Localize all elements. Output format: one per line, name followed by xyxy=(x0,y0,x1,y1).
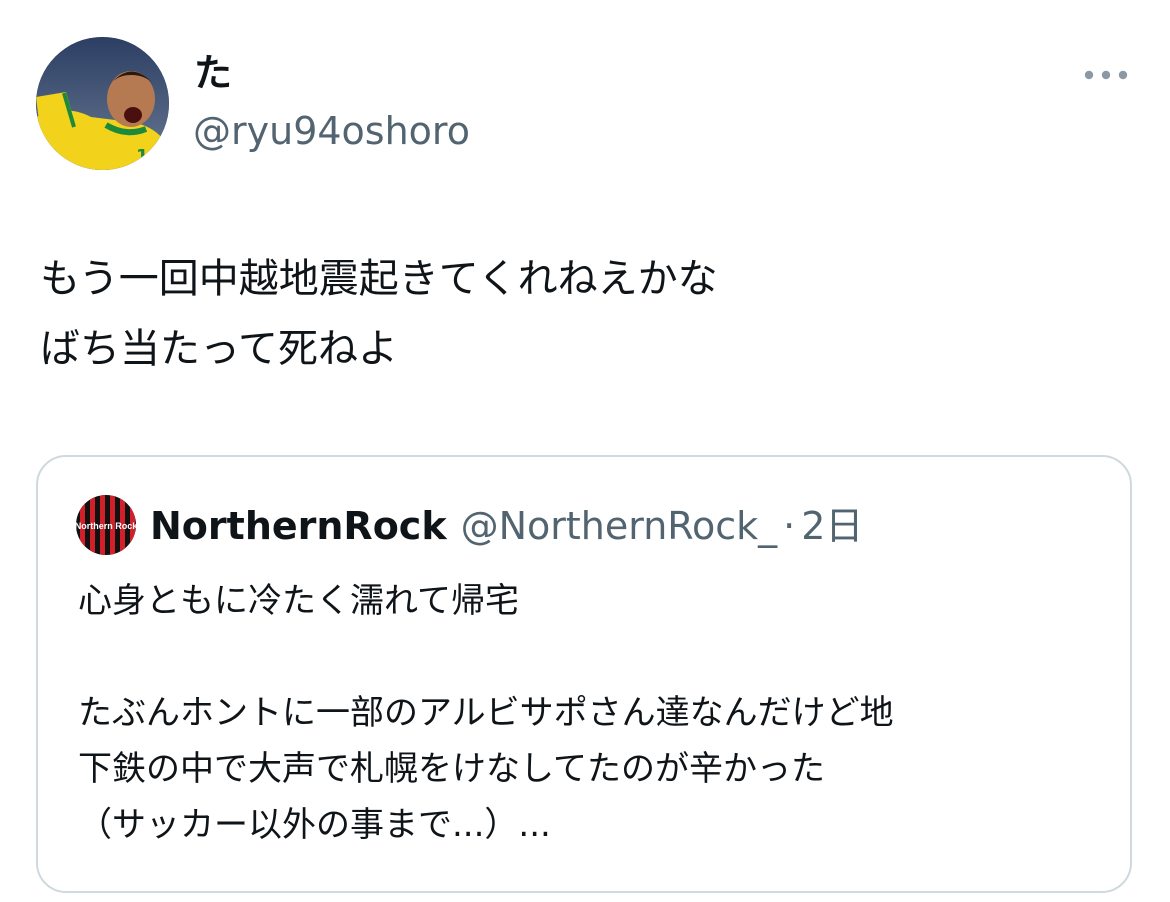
quoted-tweet-timestamp[interactable]: 2日 xyxy=(801,504,863,548)
quoted-text-line: たぶんホントに一部のアルビサポさん達なんだけど地 xyxy=(78,693,894,733)
author-display-name[interactable]: た xyxy=(194,48,232,98)
more-options-icon xyxy=(1084,70,1128,80)
quoted-text-line: 心身ともに冷たく濡れて帰宅 xyxy=(78,581,519,621)
quoted-text-line: （サッカー以外の事まで...）... xyxy=(78,805,551,845)
tweet-text: もう一回中越地震起きてくれねえかな ばち当たって死ねよ xyxy=(40,244,1120,384)
tweet-text-line: もう一回中越地震起きてくれねえかな xyxy=(40,256,718,302)
svg-text:Northern Rock: Northern Rock xyxy=(76,521,136,531)
quoted-author-display-name[interactable]: NorthernRock xyxy=(150,504,447,548)
quoted-tweet-header: NorthernRock @NorthernRock_ · 2日 xyxy=(150,501,863,551)
quoted-author-handle[interactable]: @NorthernRock_ xyxy=(461,504,778,548)
soccer-player-avatar-icon: 10 xyxy=(36,37,169,170)
author-handle[interactable]: @ryu94oshoro xyxy=(193,107,470,155)
header-separator: · xyxy=(783,504,796,548)
tweet-text-line: ばち当たって死ねよ xyxy=(40,326,398,372)
author-avatar[interactable]: 10 xyxy=(36,37,169,170)
quoted-tweet-text: 心身ともに冷たく濡れて帰宅 たぶんホントに一部のアルビサポさん達なんだけど地 下… xyxy=(78,573,1108,853)
quoted-tweet-card[interactable]: Northern Rock NorthernRock @NorthernRock_… xyxy=(36,455,1132,893)
northern-rock-logo-icon: Northern Rock xyxy=(76,495,136,555)
more-options-button[interactable] xyxy=(1080,58,1132,92)
quoted-text-blank-line xyxy=(78,629,1108,685)
svg-text:10: 10 xyxy=(136,146,161,167)
tweet-card[interactable]: 10 た @ryu94oshoro もう一回中越地震起きてくれねえかな ばち当た… xyxy=(0,0,1170,902)
quoted-author-avatar[interactable]: Northern Rock xyxy=(76,495,136,555)
quoted-text-line: 下鉄の中で大声で札幌をけなしてたのが辛かった xyxy=(78,749,825,789)
